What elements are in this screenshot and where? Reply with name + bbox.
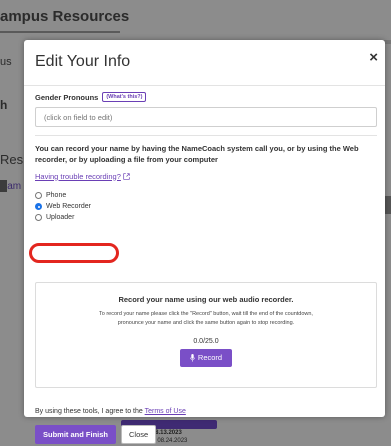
trouble-recording-label: Having trouble recording?: [35, 171, 121, 181]
web-recorder-radio[interactable]: [35, 203, 42, 210]
web-recorder-panel: Record your name using our web audio rec…: [35, 282, 377, 388]
whats-this-button[interactable]: (What's this?): [102, 92, 147, 102]
background-page-title: ampus Resources: [0, 8, 130, 25]
option-web-recorder[interactable]: Web Recorder: [35, 202, 377, 212]
divider: [35, 135, 377, 136]
option-uploader[interactable]: Uploader: [35, 213, 377, 223]
background-fragment: us: [0, 56, 12, 68]
pronouns-label-row: Gender Pronouns (What's this?): [35, 92, 377, 102]
pronouns-label: Gender Pronouns: [35, 92, 99, 102]
modal-title: Edit Your Info: [35, 53, 131, 70]
background-fragment: h: [0, 98, 8, 112]
recorder-description: To record your name please click the "Re…: [99, 311, 313, 326]
terms-text: By using these tools, I agree to the Ter…: [35, 408, 186, 415]
close-button[interactable]: Close: [121, 425, 157, 444]
modal-footer: Submit and Finish Close: [35, 425, 157, 444]
modal-body: Gender Pronouns (What's this?) You can r…: [35, 92, 377, 224]
close-icon[interactable]: ×: [369, 50, 378, 65]
highlight-annotation: [29, 243, 119, 263]
option-label: Uploader: [46, 214, 75, 221]
terms-of-use-link[interactable]: Terms of Use: [145, 408, 186, 415]
background-strip: [0, 180, 7, 192]
record-label: Record: [197, 353, 223, 363]
option-label: Web Recorder: [46, 203, 92, 210]
recording-instructions: You can record your name by having the N…: [35, 144, 359, 165]
submit-and-finish-button[interactable]: Submit and Finish: [35, 425, 116, 444]
edit-info-modal: Edit Your Info × Gender Pronouns (What's…: [24, 40, 385, 444]
trouble-recording-link[interactable]: Having trouble recording?: [35, 172, 130, 181]
option-label: Phone: [46, 192, 67, 199]
pronouns-input[interactable]: [35, 107, 377, 127]
modal-header: Edit Your Info ×: [24, 40, 385, 86]
terms-prefix: By using these tools, I agree to the: [35, 408, 145, 415]
external-link-icon: [123, 172, 130, 180]
recording-method-options: Phone Web Recorder Uploader: [35, 191, 377, 223]
microphone-icon: [190, 353, 195, 362]
background-fragment: Res: [0, 152, 24, 167]
phone-radio[interactable]: [35, 192, 42, 199]
background-title-underline: [0, 31, 120, 33]
option-phone[interactable]: Phone: [35, 191, 377, 201]
recorder-title: Record your name using our web audio rec…: [118, 295, 294, 304]
uploader-radio[interactable]: [35, 214, 42, 221]
record-button[interactable]: Record: [179, 348, 233, 367]
recording-counter: 0.0/25.0: [193, 337, 219, 345]
